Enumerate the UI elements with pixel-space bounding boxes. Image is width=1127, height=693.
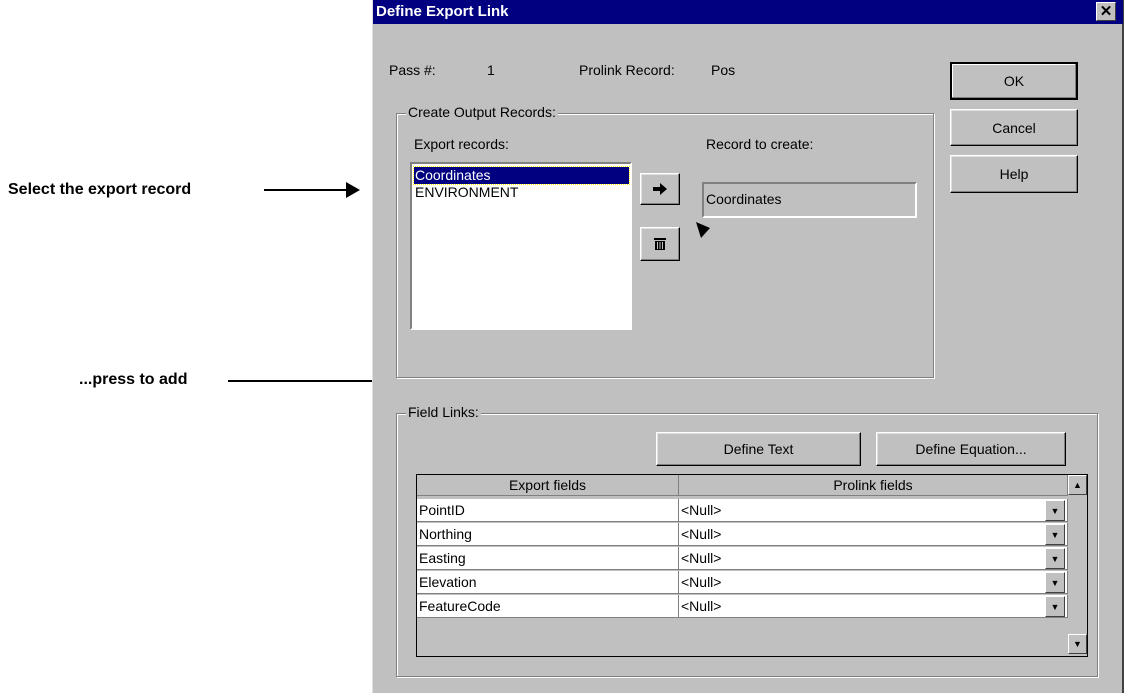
pass-value: 1: [487, 62, 495, 78]
create-output-records-title: Create Output Records:: [406, 104, 558, 120]
record-to-create-field[interactable]: Coordinates: [702, 182, 917, 218]
field-links-grid: Export fields Prolink fields PointID <Nu…: [416, 474, 1088, 657]
list-item-environment[interactable]: ENVIRONMENT: [414, 184, 629, 201]
prolink-dropdown-button[interactable]: ▼: [1045, 572, 1065, 593]
export-records-listbox[interactable]: Coordinates ENVIRONMENT: [410, 162, 632, 330]
chevron-down-icon: ▼: [1050, 601, 1060, 612]
help-button-label: Help: [999, 166, 1029, 182]
title-bar: Define Export Link ✕: [373, 0, 1123, 24]
define-equation-button[interactable]: Define Equation...: [876, 432, 1066, 466]
table-row-prolink-cell[interactable]: <Null>: [679, 571, 1068, 594]
add-record-button[interactable]: [640, 173, 680, 205]
define-text-button-label: Define Text: [723, 441, 794, 457]
chevron-down-icon: ▼: [1050, 553, 1060, 564]
right-arrow-icon: [653, 183, 667, 195]
dialog-title: Define Export Link: [376, 3, 509, 20]
prolink-dropdown-button[interactable]: ▼: [1045, 548, 1065, 569]
table-row-export-cell[interactable]: Northing: [417, 523, 679, 546]
table-row-prolink-cell[interactable]: <Null>: [679, 595, 1068, 618]
annotation-press-to-add: ...press to add: [79, 371, 188, 388]
column-header-prolink-fields[interactable]: Prolink fields: [679, 475, 1068, 496]
export-records-label: Export records:: [414, 136, 509, 152]
close-icon: ✕: [1099, 3, 1113, 20]
annotation-arrowhead-2: [696, 222, 710, 238]
annotation-arrowhead-1: [346, 182, 360, 198]
ok-button[interactable]: OK: [950, 62, 1078, 100]
chevron-down-icon: ▼: [1073, 639, 1082, 649]
prolink-record-value: Pos: [711, 62, 736, 78]
table-row-export-cell[interactable]: Easting: [417, 547, 679, 570]
prolink-dropdown-button[interactable]: ▼: [1045, 500, 1065, 521]
chevron-up-icon: ▲: [1073, 480, 1082, 490]
chevron-down-icon: ▼: [1050, 577, 1060, 588]
chevron-down-icon: ▼: [1050, 529, 1060, 540]
cancel-button[interactable]: Cancel: [950, 109, 1078, 146]
annotation-arrow-line-1: [264, 189, 352, 191]
table-row-export-cell[interactable]: FeatureCode: [417, 595, 679, 618]
prolink-dropdown-button[interactable]: ▼: [1045, 596, 1065, 617]
prolink-record-label: Prolink Record:: [579, 62, 675, 78]
table-row-prolink-cell[interactable]: <Null>: [679, 499, 1068, 522]
list-item-coordinates[interactable]: Coordinates: [413, 166, 630, 185]
close-button[interactable]: ✕: [1096, 2, 1116, 21]
ok-button-label: OK: [1003, 73, 1025, 89]
scroll-down-button[interactable]: ▼: [1068, 634, 1087, 654]
table-row-prolink-cell[interactable]: <Null>: [679, 547, 1068, 570]
pass-label: Pass #:: [389, 62, 436, 78]
record-to-create-label: Record to create:: [706, 136, 814, 152]
define-text-button[interactable]: Define Text: [656, 432, 861, 466]
scroll-up-button[interactable]: ▲: [1068, 475, 1087, 495]
cancel-button-label: Cancel: [992, 119, 1036, 136]
table-row-prolink-cell[interactable]: <Null>: [679, 523, 1068, 546]
grid-vertical-scrollbar[interactable]: ▲ ▼: [1068, 475, 1087, 656]
field-links-title: Field Links:: [406, 404, 481, 420]
annotation-select-export-record: Select the export record: [8, 181, 192, 198]
column-header-export-fields[interactable]: Export fields: [417, 475, 679, 496]
trash-icon: [654, 238, 666, 250]
help-button[interactable]: Help: [950, 155, 1078, 193]
table-row-export-cell[interactable]: PointID: [417, 499, 679, 522]
table-row-export-cell[interactable]: Elevation: [417, 571, 679, 594]
chevron-down-icon: ▼: [1050, 505, 1060, 516]
prolink-dropdown-button[interactable]: ▼: [1045, 524, 1065, 545]
delete-record-button[interactable]: [640, 227, 680, 261]
define-equation-button-label: Define Equation...: [915, 441, 1027, 457]
